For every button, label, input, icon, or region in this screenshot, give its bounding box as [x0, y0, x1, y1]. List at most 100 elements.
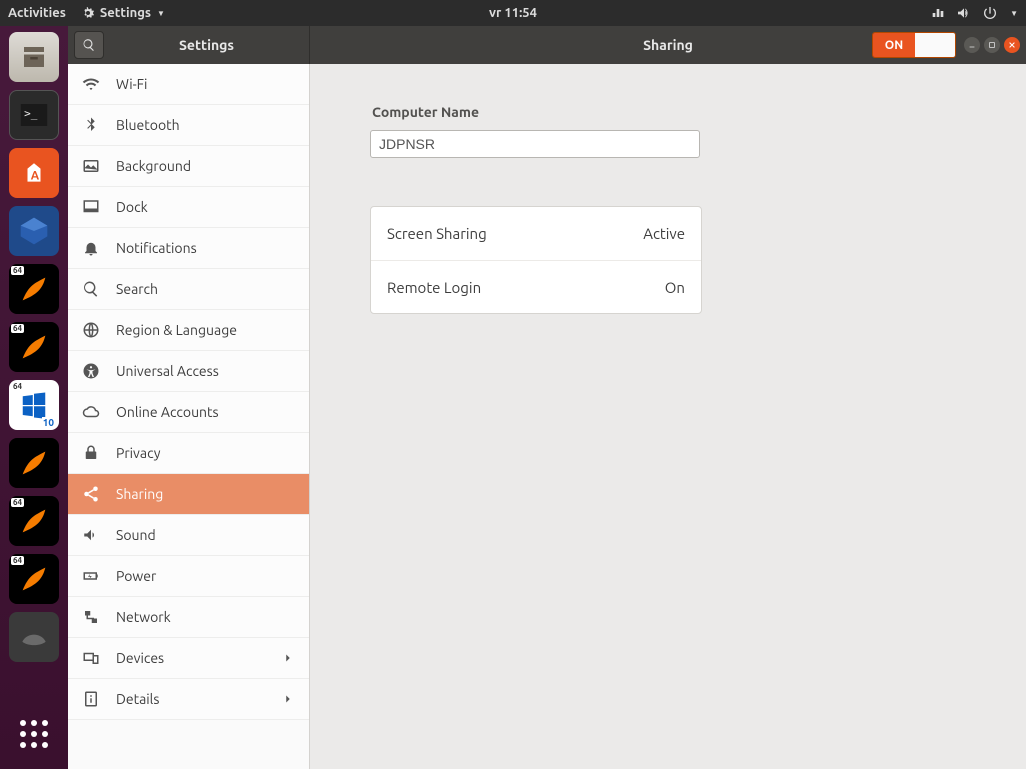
sidebar-item-network[interactable]: Network	[68, 597, 309, 638]
bell-icon	[82, 239, 100, 257]
network-icon	[82, 608, 100, 626]
sidebar-item-universal-access[interactable]: Universal Access	[68, 351, 309, 392]
dock-item-virtualbox[interactable]	[9, 206, 59, 256]
sidebar-item-label: Devices	[116, 650, 164, 666]
sidebar-item-label: Dock	[116, 199, 148, 215]
clock[interactable]: vr 11:54	[489, 6, 537, 20]
chevron-down-icon: ▼	[157, 9, 165, 18]
svg-text:>_: >_	[24, 107, 38, 120]
bluetooth-icon	[82, 116, 100, 134]
dock-item-app-5[interactable]: 64	[9, 554, 59, 604]
speaker-icon	[82, 526, 100, 544]
sidebar-item-details[interactable]: Details	[68, 679, 309, 720]
battery-icon	[82, 567, 100, 585]
dock-badge: 64	[11, 498, 24, 507]
system-menu-chevron-icon[interactable]: ▼	[1010, 9, 1018, 18]
app-menu[interactable]: Settings ▼	[80, 5, 165, 21]
share-icon	[82, 485, 100, 503]
search-icon	[82, 280, 100, 298]
row-status: Active	[643, 225, 685, 242]
switch-knob	[915, 33, 955, 57]
sidebar-item-label: Wi-Fi	[116, 76, 147, 92]
content-pane: Computer Name Screen Sharing Active Remo…	[310, 64, 1026, 769]
search-button[interactable]	[74, 31, 104, 59]
chevron-right-icon	[281, 692, 295, 706]
sidebar-title: Settings	[104, 37, 309, 53]
sidebar-item-privacy[interactable]: Privacy	[68, 433, 309, 474]
sidebar-item-power[interactable]: Power	[68, 556, 309, 597]
dock-item-app-3[interactable]	[9, 438, 59, 488]
sidebar-item-search[interactable]: Search	[68, 269, 309, 310]
dock-item-files[interactable]	[9, 32, 59, 82]
sidebar-item-label: Sharing	[116, 486, 163, 502]
accessibility-icon	[82, 362, 100, 380]
dock-item-software[interactable]: A	[9, 148, 59, 198]
window-maximize-button[interactable]	[984, 37, 1000, 53]
sidebar-item-wifi[interactable]: Wi-Fi	[68, 64, 309, 105]
svg-text:A: A	[31, 170, 40, 183]
dock-badge: 64	[11, 556, 24, 565]
grid-icon	[20, 720, 48, 748]
lock-icon	[82, 444, 100, 462]
show-applications-button[interactable]	[9, 709, 59, 759]
sidebar-item-label: Network	[116, 609, 171, 625]
dock-badge: 64	[11, 266, 24, 275]
sidebar-item-bluetooth[interactable]: Bluetooth	[68, 105, 309, 146]
sidebar-item-devices[interactable]: Devices	[68, 638, 309, 679]
activities-button[interactable]: Activities	[8, 6, 66, 20]
switch-on-label: ON	[873, 33, 915, 57]
app-menu-label: Settings	[100, 6, 151, 20]
network-icon[interactable]	[930, 5, 946, 21]
chevron-right-icon	[281, 651, 295, 665]
sidebar-item-label: Details	[116, 691, 159, 707]
dock-item-disabled[interactable]	[9, 612, 59, 662]
sidebar-item-label: Region & Language	[116, 322, 237, 338]
sidebar-item-label: Universal Access	[116, 363, 219, 379]
sidebar-item-label: Background	[116, 158, 191, 174]
row-label: Screen Sharing	[387, 225, 487, 242]
sidebar-item-sharing[interactable]: Sharing	[68, 474, 309, 515]
page-title: Sharing	[643, 37, 693, 53]
sidebar-item-label: Privacy	[116, 445, 160, 461]
dock-item-app-4[interactable]: 64	[9, 496, 59, 546]
sidebar-item-online-accounts[interactable]: Online Accounts	[68, 392, 309, 433]
wifi-icon	[82, 75, 100, 93]
dock-item-app-1[interactable]: 64	[9, 264, 59, 314]
sharing-master-switch[interactable]: ON	[872, 32, 956, 58]
sidebar-item-dock[interactable]: Dock	[68, 187, 309, 228]
computer-name-input[interactable]	[370, 130, 700, 158]
sidebar-item-label: Search	[116, 281, 158, 297]
cloud-key-icon	[82, 403, 100, 421]
sidebar-item-notifications[interactable]: Notifications	[68, 228, 309, 269]
computer-name-label: Computer Name	[372, 104, 966, 120]
dock-badge: 64	[11, 324, 24, 333]
sidebar-item-sound[interactable]: Sound	[68, 515, 309, 556]
power-icon[interactable]	[982, 5, 998, 21]
volume-icon[interactable]	[956, 5, 972, 21]
window-minimize-button[interactable]	[964, 37, 980, 53]
sharing-options-list: Screen Sharing Active Remote Login On	[370, 206, 702, 314]
dock-item-terminal[interactable]: >_	[9, 90, 59, 140]
settings-system-icon	[80, 5, 96, 21]
screen-sharing-row[interactable]: Screen Sharing Active	[371, 207, 701, 260]
titlebar: Settings Sharing ON	[68, 26, 1026, 64]
remote-login-row[interactable]: Remote Login On	[371, 260, 701, 313]
sidebar-item-region[interactable]: Region & Language	[68, 310, 309, 351]
window-close-button[interactable]	[1004, 37, 1020, 53]
sidebar-item-label: Online Accounts	[116, 404, 219, 420]
row-label: Remote Login	[387, 279, 481, 296]
sidebar-item-label: Power	[116, 568, 156, 584]
dock: >_ A 64 64 64 10 64 64	[0, 26, 68, 769]
background-icon	[82, 157, 100, 175]
top-panel: Activities Settings ▼ vr 11:54 ▼	[0, 0, 1026, 26]
info-icon	[82, 690, 100, 708]
sidebar-item-background[interactable]: Background	[68, 146, 309, 187]
dock-item-app-2[interactable]: 64	[9, 322, 59, 372]
dock-badge: 64	[11, 382, 24, 391]
dock-item-app-windows[interactable]: 64 10	[9, 380, 59, 430]
sidebar-item-label: Notifications	[116, 240, 197, 256]
dock-icon	[82, 198, 100, 216]
row-status: On	[665, 279, 685, 296]
sidebar-item-label: Sound	[116, 527, 156, 543]
sidebar-item-label: Bluetooth	[116, 117, 180, 133]
